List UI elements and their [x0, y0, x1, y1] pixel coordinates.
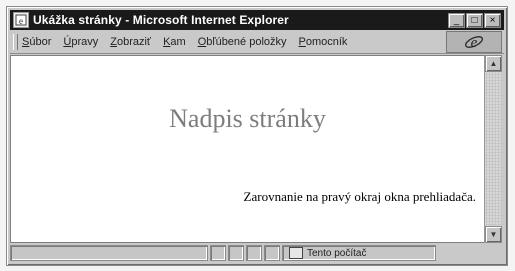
scroll-up-button[interactable]: ▲	[485, 55, 502, 72]
status-panel-main	[10, 245, 208, 261]
title-bar[interactable]: e Ukážka stránky - Microsoft Internet Ex…	[10, 10, 504, 30]
menu-file[interactable]: Súbor	[22, 36, 51, 48]
menu-help[interactable]: Pomocník	[299, 36, 348, 48]
computer-icon	[289, 247, 303, 259]
page-content: Nadpis stránky Zarovnanie na pravý okraj…	[10, 55, 485, 243]
status-panel-progress	[210, 245, 226, 261]
menu-edit[interactable]: Úpravy	[63, 36, 98, 48]
status-panel-3	[246, 245, 262, 261]
vertical-scrollbar[interactable]: ▲ ▼	[484, 55, 502, 243]
scroll-down-button[interactable]: ▼	[485, 226, 502, 243]
zone-label: Tento počítač	[307, 247, 367, 259]
close-button[interactable]: ×	[484, 12, 501, 28]
window-title: Ukážka stránky - Microsoft Internet Expl…	[33, 13, 289, 27]
status-zone-panel: Tento počítač	[282, 245, 436, 261]
window-controls: _ □ ×	[448, 12, 501, 28]
status-panel-4	[264, 245, 280, 261]
menu-go[interactable]: Kam	[163, 36, 186, 48]
menu-favorites[interactable]: Obľúbené položky	[198, 36, 287, 48]
status-bar: Tento počítač	[10, 244, 504, 262]
browser-window: e Ukážka stránky - Microsoft Internet Ex…	[6, 6, 508, 266]
svg-text:e: e	[19, 16, 23, 26]
maximize-button[interactable]: □	[466, 12, 483, 28]
status-panel-2	[228, 245, 244, 261]
ie-page-icon: e	[13, 12, 29, 28]
menu-view[interactable]: Zobraziť	[110, 36, 151, 48]
page-heading: Nadpis stránky	[169, 104, 326, 133]
ie-logo-icon: e	[446, 31, 502, 53]
menu-bar: Súbor Úpravy Zobraziť Kam Obľúbené polož…	[10, 31, 504, 54]
svg-text:e: e	[471, 35, 478, 51]
right-aligned-paragraph: Zarovnanie na pravý okraj okna prehliada…	[243, 189, 476, 204]
minimize-button[interactable]: _	[448, 12, 465, 28]
menu-grip	[13, 34, 18, 50]
